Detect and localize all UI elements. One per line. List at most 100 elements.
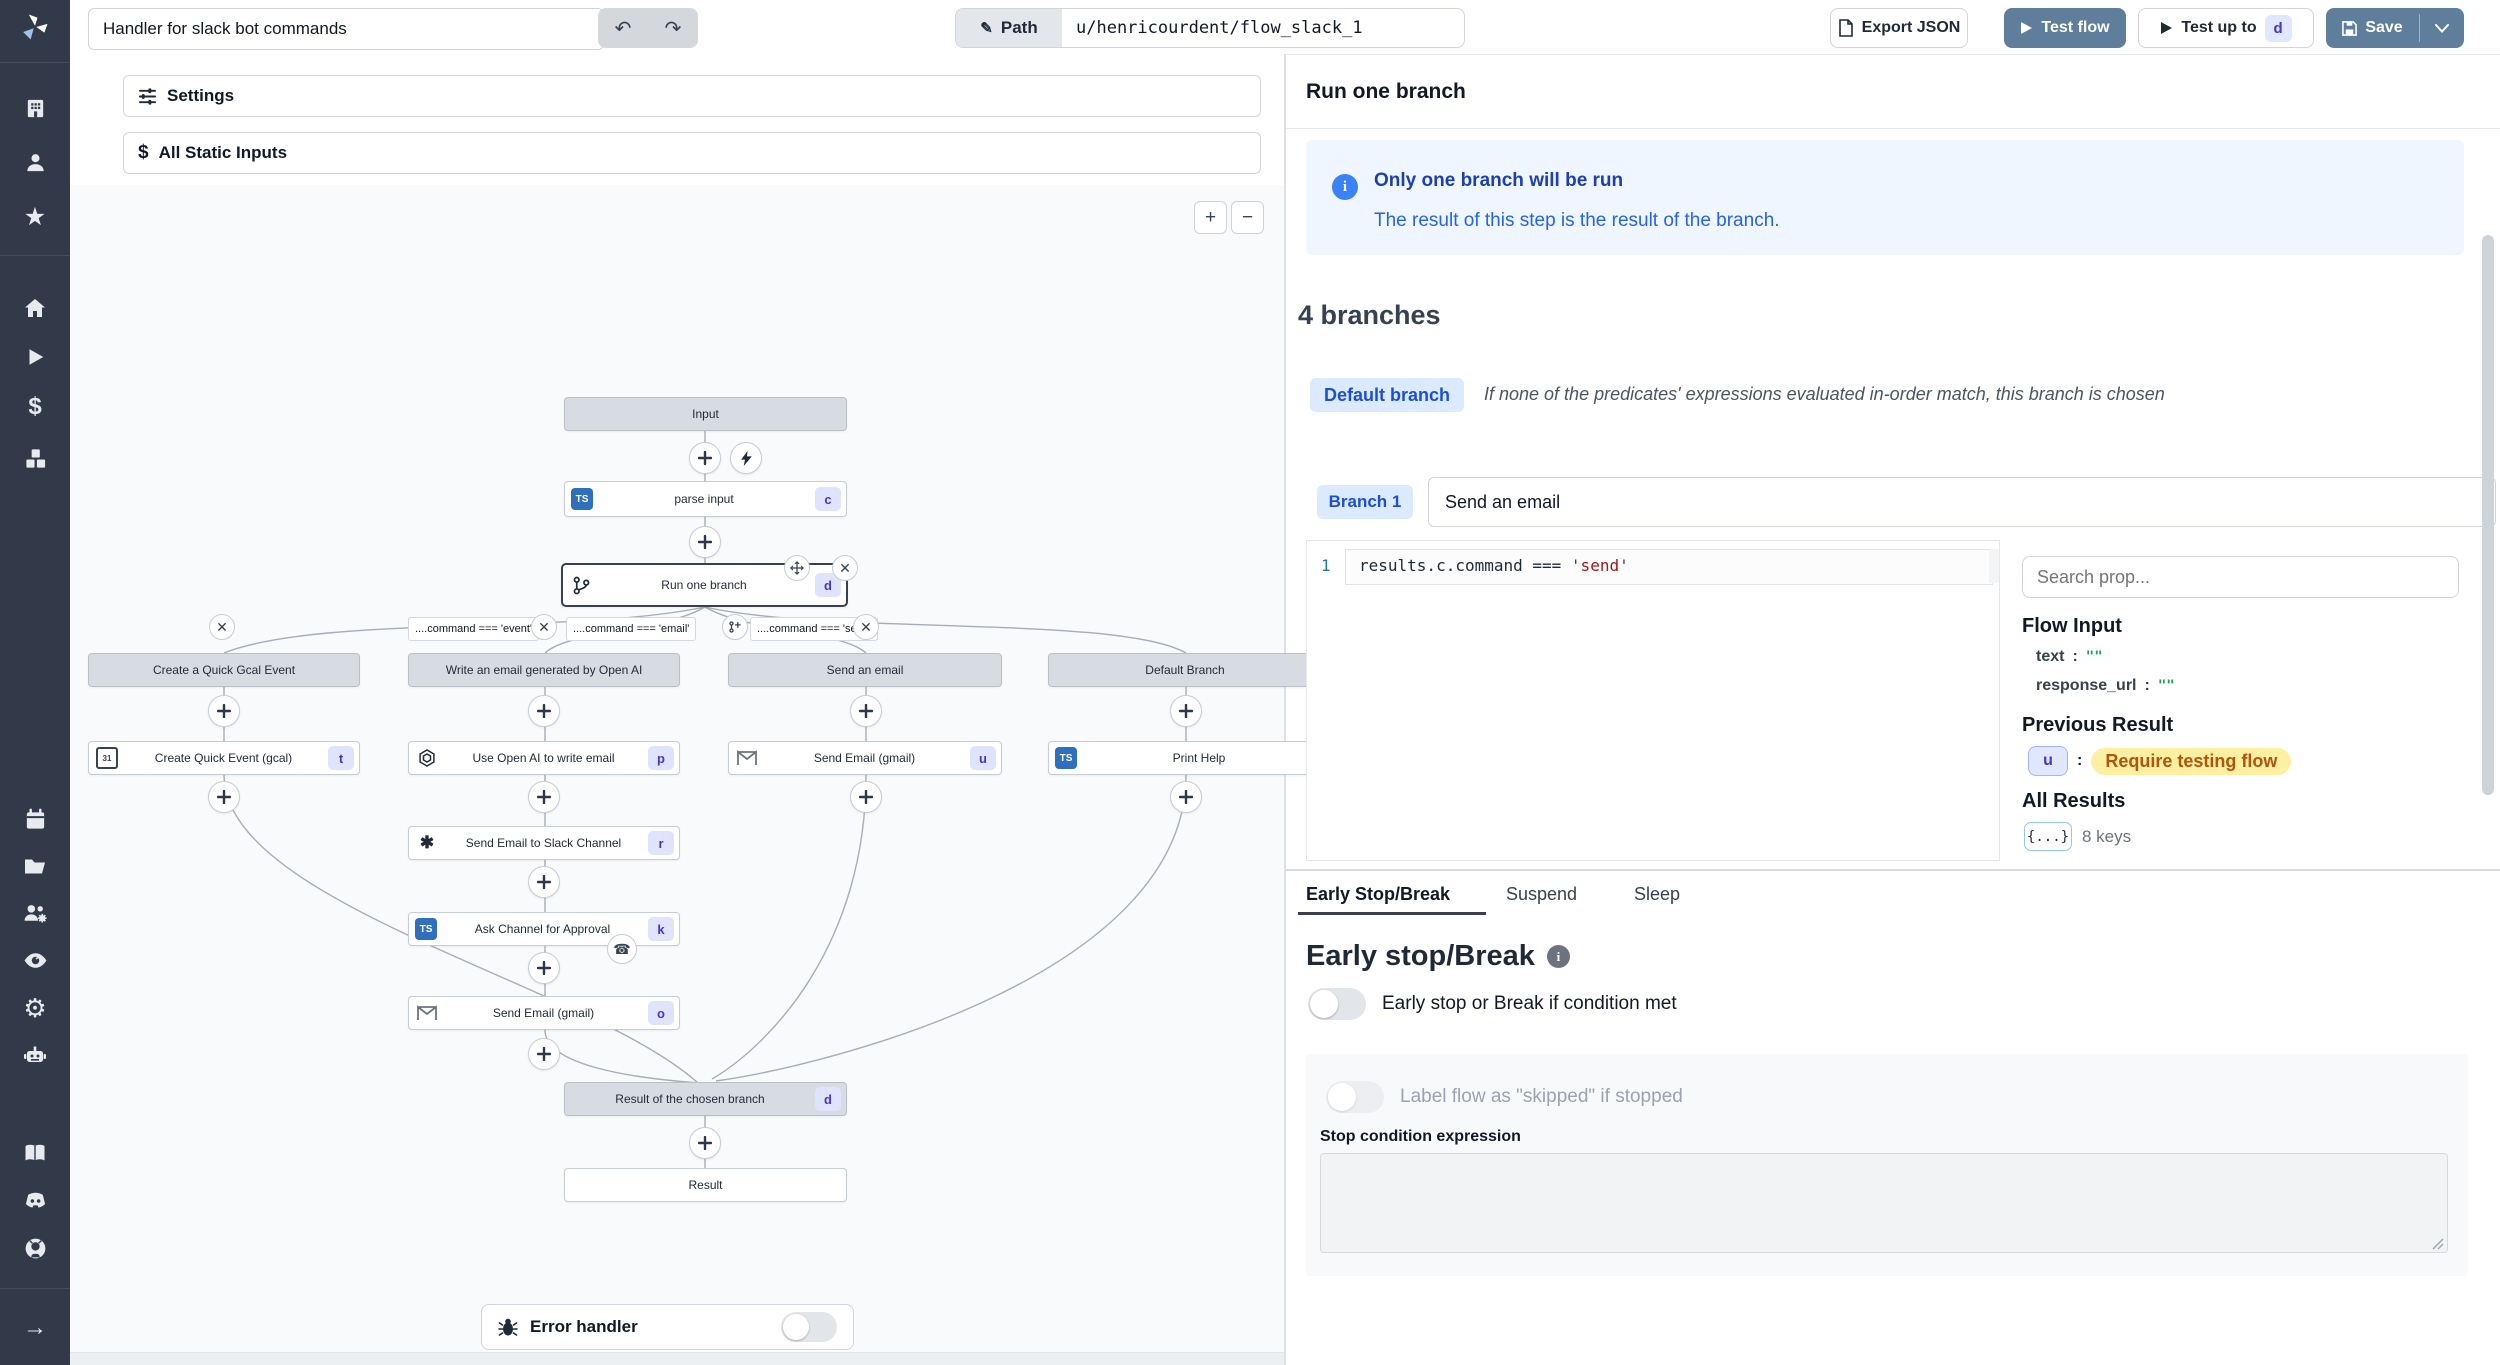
- undo-button[interactable]: ↶: [598, 8, 648, 48]
- branch-header[interactable]: Send an email: [728, 653, 1002, 687]
- all-static-inputs-button[interactable]: $ All Static Inputs: [123, 132, 1261, 174]
- error-handler-row[interactable]: Error handler: [481, 1304, 854, 1350]
- add-step-button[interactable]: [528, 1038, 560, 1070]
- sidebar-item-docs[interactable]: [0, 1133, 70, 1173]
- add-step-button[interactable]: [689, 1127, 721, 1159]
- branch-header[interactable]: Write an email generated by Open AI: [408, 653, 680, 687]
- branch-header-label: Write an email generated by Open AI: [409, 663, 679, 677]
- editor-minimap: [1989, 549, 1999, 583]
- node-parse-input[interactable]: TS parse input c: [564, 481, 847, 517]
- sidebar-item-discord[interactable]: [0, 1180, 70, 1220]
- test-flow-button[interactable]: Test flow: [2004, 8, 2126, 48]
- expand-keys-badge[interactable]: {...}: [2024, 822, 2072, 851]
- tab-sleep[interactable]: Sleep: [1634, 884, 1680, 905]
- sidebar-item-folders[interactable]: [0, 846, 70, 886]
- path-edit-button[interactable]: ✎Path: [956, 9, 1062, 47]
- node-ask-channel-approval[interactable]: TS Ask Channel for Approval k: [408, 912, 680, 946]
- save-button[interactable]: Save: [2326, 8, 2419, 48]
- delete-branch-button[interactable]: ✕: [853, 614, 879, 640]
- prop-separator: :: [2144, 677, 2149, 695]
- prop-separator: :: [2072, 648, 2077, 666]
- sidebar-item-audit[interactable]: [0, 940, 70, 980]
- all-results-heading: All Results: [2022, 790, 2125, 813]
- sidebar-item-github[interactable]: [0, 1228, 70, 1268]
- sidebar-item-user[interactable]: [0, 142, 70, 182]
- early-stop-toggle-label: Early stop or Break if condition met: [1382, 993, 1677, 1015]
- prop-row-response-url[interactable]: response_url : "": [2036, 677, 2175, 695]
- undo-redo-group: ↶ ↷: [598, 8, 698, 48]
- node-result-of-chosen-branch[interactable]: Result of the chosen branch d: [564, 1082, 847, 1116]
- node-send-email-slack[interactable]: ✱ Send Email to Slack Channel r: [408, 826, 680, 860]
- add-step-button[interactable]: [850, 781, 882, 813]
- sidebar-item-settings[interactable]: ⚙: [0, 988, 70, 1028]
- stop-condition-textarea[interactable]: [1320, 1153, 2448, 1253]
- add-step-button[interactable]: [850, 695, 882, 727]
- node-create-quick-event[interactable]: 31 Create Quick Event (gcal) t: [88, 741, 360, 775]
- node-label: parse input: [593, 492, 815, 506]
- node-openai-write-email[interactable]: Use Open AI to write email p: [408, 741, 680, 775]
- export-json-button[interactable]: Export JSON: [1830, 8, 1968, 48]
- early-stop-disabled-panel: Label flow as "skipped" if stopped Stop …: [1306, 1054, 2468, 1276]
- sidebar-item-resources[interactable]: [0, 438, 70, 478]
- flow-settings-button[interactable]: Settings: [123, 75, 1261, 117]
- sidebar-item-groups[interactable]: [0, 893, 70, 933]
- delete-branch-button[interactable]: ✕: [531, 614, 557, 640]
- close-icon: ✕: [860, 619, 872, 636]
- predicate-code-editor[interactable]: 1 results.c.command === 'send': [1306, 540, 2000, 861]
- tab-early-stop-break[interactable]: Early Stop/Break: [1306, 884, 1450, 905]
- add-trigger-button[interactable]: [730, 442, 762, 474]
- sidebar-item-home[interactable]: [0, 288, 70, 328]
- add-step-button[interactable]: [208, 781, 240, 813]
- delete-node-button[interactable]: ✕: [832, 555, 858, 581]
- sidebar-collapse-button[interactable]: →: [0, 1308, 70, 1348]
- add-step-button[interactable]: [528, 952, 560, 984]
- path-value[interactable]: u/henricourdent/flow_slack_1: [1062, 9, 1464, 47]
- add-step-button[interactable]: [689, 526, 721, 558]
- step-id-badge: r: [648, 831, 674, 855]
- early-stop-heading: Early stop/Break: [1306, 940, 1535, 973]
- panel-scrollbar[interactable]: [2482, 235, 2494, 795]
- node-result[interactable]: Result: [564, 1168, 847, 1202]
- sidebar-item-favorites[interactable]: ★: [0, 197, 70, 237]
- sidebar-item-runs[interactable]: [0, 337, 70, 377]
- flow-title-input[interactable]: [88, 8, 604, 50]
- early-stop-toggle[interactable]: [1308, 988, 1366, 1020]
- save-dropdown-button[interactable]: [2420, 8, 2464, 48]
- sidebar-item-variables[interactable]: $: [0, 387, 70, 427]
- node-send-email-gmail[interactable]: Send Email (gmail) u: [728, 741, 1002, 775]
- info-icon[interactable]: i: [1547, 945, 1570, 968]
- sliders-icon: [138, 87, 157, 106]
- branch-summary-input[interactable]: [1428, 477, 2496, 527]
- redo-button[interactable]: ↷: [648, 8, 698, 48]
- node-print-help[interactable]: TS Print Help: [1048, 741, 1322, 775]
- tab-suspend[interactable]: Suspend: [1506, 884, 1577, 905]
- branch-header[interactable]: Create a Quick Gcal Event: [88, 653, 360, 687]
- sidebar-item-workspace[interactable]: [0, 88, 70, 128]
- sidebar-item-schedules[interactable]: [0, 799, 70, 839]
- branch-1-badge[interactable]: Branch 1: [1317, 485, 1413, 519]
- resize-handle-icon[interactable]: [2430, 1236, 2444, 1250]
- add-step-button[interactable]: [528, 781, 560, 813]
- node-input[interactable]: Input: [564, 397, 847, 431]
- delete-branch-button[interactable]: ✕: [209, 614, 235, 640]
- add-step-button[interactable]: [689, 442, 721, 474]
- branch-header[interactable]: Default Branch: [1048, 653, 1322, 687]
- node-label: Send Email (gmail): [439, 1006, 648, 1020]
- search-prop-input[interactable]: [2022, 556, 2459, 598]
- windmill-logo[interactable]: [0, 7, 70, 47]
- prop-value: "": [2086, 649, 2103, 665]
- add-step-button[interactable]: [1170, 781, 1202, 813]
- node-send-email-gmail-2[interactable]: Send Email (gmail) o: [408, 996, 680, 1030]
- add-step-button[interactable]: [208, 695, 240, 727]
- test-up-to-button[interactable]: Test up to d: [2138, 8, 2314, 48]
- add-step-button[interactable]: [528, 866, 560, 898]
- prop-row-text[interactable]: text : "": [2036, 648, 2103, 666]
- sidebar-item-ai[interactable]: [0, 1035, 70, 1075]
- add-branch-button[interactable]: [722, 614, 748, 640]
- default-branch-badge[interactable]: Default branch: [1310, 378, 1464, 412]
- add-step-button[interactable]: [528, 695, 560, 727]
- error-handler-toggle[interactable]: [781, 1312, 837, 1342]
- previous-step-badge[interactable]: u: [2028, 746, 2068, 776]
- add-step-button[interactable]: [1170, 695, 1202, 727]
- move-node-button[interactable]: [784, 555, 810, 581]
